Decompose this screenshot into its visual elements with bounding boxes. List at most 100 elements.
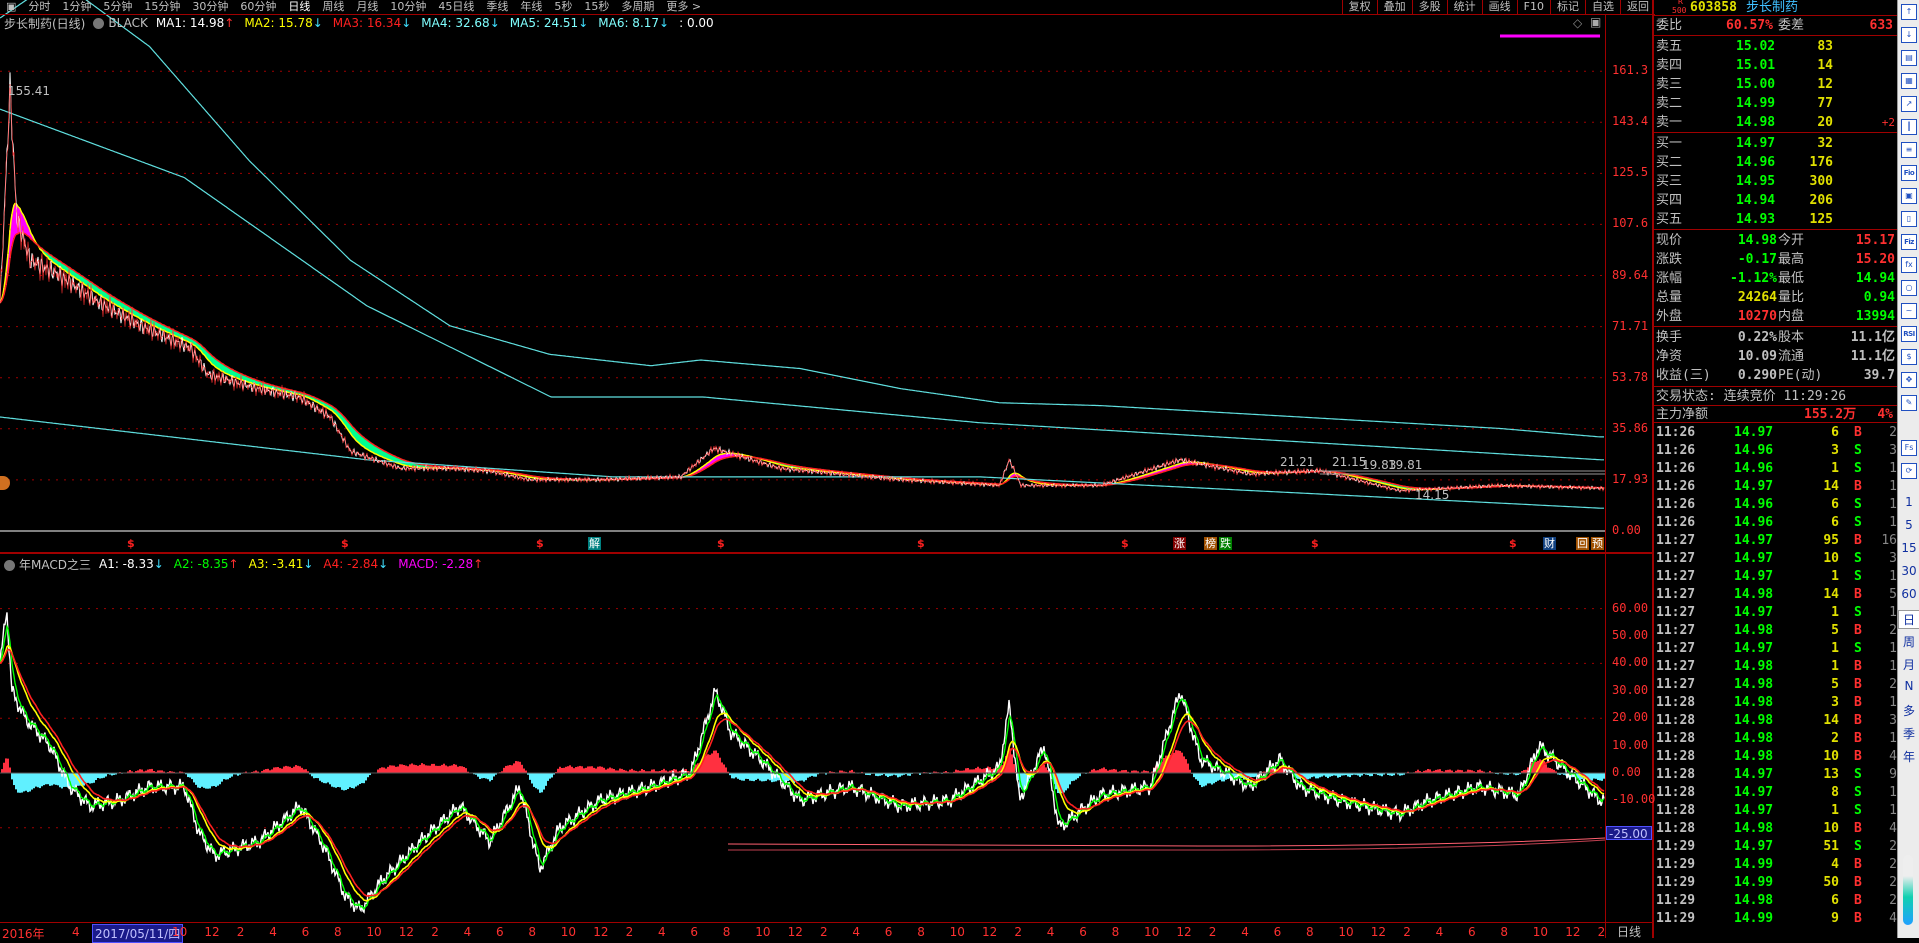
toolbar-button[interactable]: 自选 — [1585, 0, 1620, 14]
signal-badge[interactable]: 解 — [588, 537, 601, 550]
period-shortcut[interactable]: 周 — [1898, 633, 1919, 650]
tab-period[interactable]: 季线 — [480, 0, 514, 14]
signal-dollar-icon[interactable]: $ — [1120, 537, 1130, 550]
signal-badge[interactable]: 回 — [1576, 537, 1589, 550]
f10-icon[interactable]: ▤ — [1901, 50, 1917, 66]
period-shortcut[interactable]: 季 — [1898, 725, 1919, 742]
tab-period[interactable]: 更多 > — [660, 0, 707, 14]
period-label[interactable]: 日线 — [1606, 922, 1652, 939]
scrollbar[interactable] — [1903, 855, 1913, 925]
period-shortcut[interactable]: 30 — [1898, 564, 1919, 578]
signal-badge[interactable]: 榜 — [1204, 537, 1217, 550]
signal-dollar-icon[interactable]: $ — [340, 537, 350, 550]
period-shortcut[interactable]: 月 — [1898, 656, 1919, 673]
fx-icon[interactable]: fx — [1901, 257, 1917, 273]
stat-row: 外盘 10270 内盘 13994 — [1654, 307, 1897, 326]
period-shortcut[interactable]: 1 — [1898, 495, 1919, 509]
tab-period[interactable]: 月线 — [350, 0, 384, 14]
toolbar-button[interactable]: 多股 — [1411, 0, 1447, 14]
tab-period[interactable]: 周线 — [316, 0, 350, 14]
label: 涨跌 — [1656, 252, 1683, 267]
down-arrow-icon[interactable]: ↓ — [1901, 27, 1917, 43]
template-selector[interactable]: BLACK — [93, 16, 148, 30]
period-shortcut[interactable]: 60 — [1898, 587, 1919, 601]
toolbar-button[interactable]: 复权 — [1341, 0, 1377, 14]
tab-period[interactable]: 30分钟 — [186, 0, 234, 14]
period-shortcut[interactable]: 15 — [1898, 541, 1919, 555]
toolbar-button[interactable]: F10 — [1516, 0, 1550, 14]
list-icon[interactable]: ≡ — [1901, 142, 1917, 158]
label: 卖一 — [1656, 115, 1683, 130]
tree-icon[interactable]: ▣ — [1901, 188, 1917, 204]
period-shortcut[interactable]: N — [1898, 679, 1919, 693]
table-icon[interactable]: ▦ — [1901, 73, 1917, 89]
tab-period[interactable]: 日线 — [282, 0, 316, 14]
up-arrow-icon[interactable]: ↑ — [1901, 4, 1917, 20]
toolbar-button[interactable]: 画线 — [1481, 0, 1517, 14]
count: 2 — [1889, 425, 1897, 440]
signal-dollar-icon[interactable]: $ — [916, 537, 926, 550]
tab-period[interactable]: 年线 — [514, 0, 548, 14]
signal-badge[interactable]: 财 — [1543, 537, 1556, 550]
month-tick: 10 — [366, 925, 382, 939]
toolbar-button[interactable]: 返回 — [1620, 0, 1655, 14]
indicator-value: MA3: 16.34↓ — [332, 16, 412, 30]
price: 14.97 — [1734, 479, 1774, 494]
arrow-down-icon: ↓ — [312, 16, 323, 30]
period-shortcut[interactable]: 多 — [1898, 702, 1919, 719]
toolbar-button[interactable]: 叠加 — [1376, 0, 1412, 14]
label: 股本 — [1778, 330, 1805, 345]
tab-period[interactable]: 10分钟 — [384, 0, 432, 14]
circle-icon[interactable]: ○ — [1901, 280, 1917, 296]
fio-icon[interactable]: Fio — [1901, 165, 1917, 181]
refresh-icon[interactable]: ⟳ — [1901, 463, 1917, 479]
count: 16 — [1881, 533, 1897, 548]
move-icon[interactable]: ✥ — [1901, 372, 1917, 388]
diamond-icon[interactable]: ◇ — [1573, 16, 1582, 30]
count: 3 — [1889, 713, 1897, 728]
volume: 1 — [1831, 659, 1839, 674]
label: 现价 — [1656, 233, 1683, 248]
signal-badge[interactable]: 跌 — [1219, 537, 1232, 550]
tab-period[interactable]: 5秒 — [548, 0, 578, 14]
trend-icon[interactable]: ↗ — [1901, 96, 1917, 112]
signal-dollar-icon[interactable]: $ — [1508, 537, 1518, 550]
toolbar-button[interactable]: 标记 — [1550, 0, 1585, 14]
tab-period[interactable]: 60分钟 — [234, 0, 282, 14]
notes-icon[interactable]: ▯ — [1901, 211, 1917, 227]
price: 14.98 — [1734, 695, 1774, 710]
period-shortcut[interactable]: 日 — [1898, 610, 1919, 629]
price-axis-label: 143.4 — [1612, 114, 1649, 129]
tab-period[interactable]: 45日线 — [432, 0, 480, 14]
tab-period[interactable]: 多周期 — [615, 0, 660, 14]
kline-icon[interactable]: ┃ — [1901, 119, 1917, 135]
signal-dollar-icon[interactable]: $ — [716, 537, 726, 550]
time: 11:27 — [1656, 605, 1696, 620]
rsi-icon[interactable]: RSI — [1901, 326, 1917, 342]
tab-period[interactable]: 1分钟 — [56, 0, 97, 14]
toolbar-button[interactable]: 统计 — [1446, 0, 1482, 14]
fs-icon[interactable]: Fs — [1901, 440, 1917, 456]
tab-period[interactable]: 15分钟 — [138, 0, 186, 14]
period-shortcut[interactable]: 年 — [1898, 748, 1919, 765]
tab-period[interactable]: 15秒 — [578, 0, 615, 14]
window-toggle-icon[interactable]: ▣ — [1590, 15, 1601, 29]
signal-dollar-icon[interactable]: $ — [1310, 537, 1320, 550]
pane-divider[interactable] — [0, 552, 1652, 554]
signal-dollar-icon[interactable]: $ — [535, 537, 545, 550]
fiz-icon[interactable]: Fiz — [1901, 234, 1917, 250]
side: B — [1854, 713, 1862, 728]
period-shortcut[interactable]: 5 — [1898, 518, 1919, 532]
signal-badge[interactable]: 涨 — [1173, 537, 1186, 550]
value: 15.20 — [1855, 252, 1895, 267]
money-icon[interactable]: $ — [1901, 349, 1917, 365]
tab-period[interactable]: 5分钟 — [97, 0, 138, 14]
pencil-icon[interactable]: ✎ — [1901, 395, 1917, 411]
menu-icon[interactable]: ▣ — [0, 0, 22, 14]
wave-icon[interactable]: ~ — [1901, 303, 1917, 319]
indicator-selector[interactable]: 年MACD之三 — [4, 556, 91, 573]
month-tick: 10 — [1144, 925, 1160, 939]
tab-period[interactable]: 分时 — [22, 0, 56, 14]
signal-dollar-icon[interactable]: $ — [126, 537, 136, 550]
signal-badge[interactable]: 预 — [1591, 537, 1604, 550]
